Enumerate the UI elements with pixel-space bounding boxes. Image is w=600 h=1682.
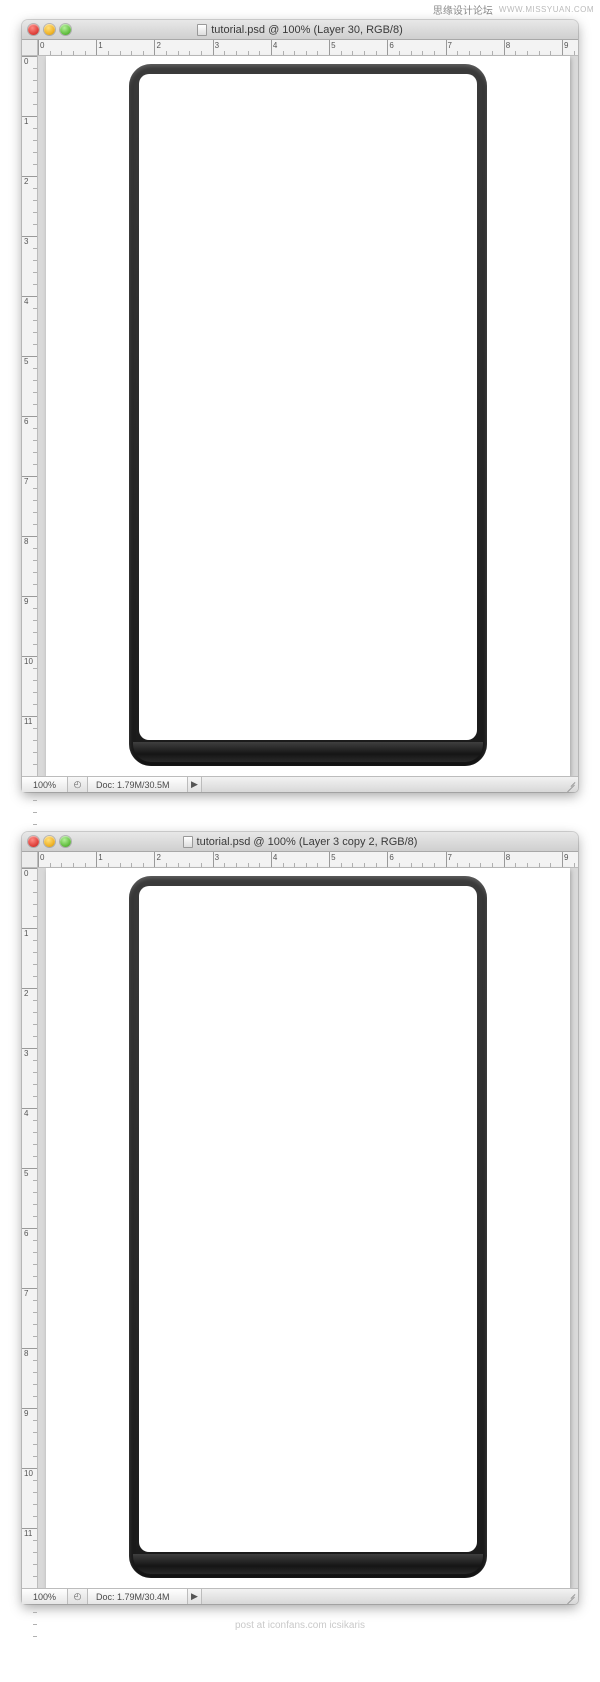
ruler-tick-label: 11 xyxy=(24,717,32,726)
ruler-tick-label: 6 xyxy=(389,41,393,50)
document-proxy-icon[interactable] xyxy=(197,24,207,36)
artwork-phone-chin xyxy=(133,1554,483,1574)
status-bar: 100% ◴ Doc: 1.79M/30.4M ▶ xyxy=(22,1588,578,1604)
ruler-tick-label: 10 xyxy=(24,1469,33,1478)
titlebar[interactable]: tutorial.psd @ 100% (Layer 3 copy 2, RGB… xyxy=(22,832,578,852)
ruler-tick-label: 9 xyxy=(564,853,568,862)
page-header: 思缘设计论坛 WWW.MISSYUAN.COM xyxy=(0,0,600,18)
ruler-tick-label: 0 xyxy=(24,57,28,66)
ruler-tick-label: 4 xyxy=(273,853,277,862)
ruler-tick-label: 5 xyxy=(331,853,335,862)
ruler-tick-label: 6 xyxy=(389,853,393,862)
resize-grip-icon[interactable] xyxy=(562,1589,578,1605)
canvas-page xyxy=(46,868,570,1588)
ruler-tick-label: 5 xyxy=(24,357,28,366)
canvas-viewport[interactable] xyxy=(38,56,578,776)
ruler-tick-label: 1 xyxy=(98,41,102,50)
window-controls xyxy=(28,24,71,35)
document-area: 0123456789101112 xyxy=(22,56,578,776)
footer-credit: post at iconfans.com icsikaris xyxy=(0,1614,600,1639)
ruler-tick-label: 5 xyxy=(24,1169,28,1178)
ruler-tick-label: 7 xyxy=(448,853,452,862)
status-preview-icon[interactable]: ◴ xyxy=(68,777,88,792)
ruler-tick-label: 0 xyxy=(40,853,44,862)
artwork-phone-screen xyxy=(139,886,477,1552)
ruler-tick-label: 0 xyxy=(24,869,28,878)
info-menu-arrow-icon[interactable]: ▶ xyxy=(188,777,202,792)
zoom-icon[interactable] xyxy=(60,836,71,847)
ruler-tick-label: 8 xyxy=(506,853,510,862)
ruler-tick-label: 9 xyxy=(24,597,28,606)
minimize-icon[interactable] xyxy=(44,836,55,847)
ruler-tick-label: 7 xyxy=(24,1289,28,1298)
document-area: 0123456789101112 xyxy=(22,868,578,1588)
ruler-tick-label: 7 xyxy=(448,41,452,50)
ruler-tick-label: 4 xyxy=(24,1109,28,1118)
zoom-icon[interactable] xyxy=(60,24,71,35)
ruler-tick-label: 1 xyxy=(24,929,28,938)
ruler-horizontal[interactable]: 0 1 2 3 4 5 6 7 8 9 xyxy=(22,40,578,56)
doc-size-info[interactable]: Doc: 1.79M/30.5M xyxy=(88,777,188,792)
canvas-page xyxy=(46,56,570,776)
ruler-tick-label: 9 xyxy=(24,1409,28,1418)
zoom-level[interactable]: 100% xyxy=(22,1589,68,1604)
ruler-horizontal[interactable]: 0 1 2 3 4 5 6 7 8 9 xyxy=(22,852,578,868)
document-window: tutorial.psd @ 100% (Layer 30, RGB/8) 0 1… xyxy=(22,20,578,792)
artwork-phone-frame xyxy=(129,876,487,1578)
minimize-icon[interactable] xyxy=(44,24,55,35)
ruler-tick-label: 1 xyxy=(98,853,102,862)
close-icon[interactable] xyxy=(28,24,39,35)
status-bar: 100% ◴ Doc: 1.79M/30.5M ▶ xyxy=(22,776,578,792)
ruler-tick-label: 4 xyxy=(273,41,277,50)
window-title: tutorial.psd @ 100% (Layer 30, RGB/8) xyxy=(211,24,403,36)
canvas-viewport[interactable] xyxy=(38,868,578,1588)
window-title-wrap: tutorial.psd @ 100% (Layer 30, RGB/8) xyxy=(22,24,578,36)
ruler-tick-label: 0 xyxy=(40,41,44,50)
document-proxy-icon[interactable] xyxy=(183,836,193,848)
ruler-tick-label: 10 xyxy=(24,657,33,666)
ruler-h-scale: 0 1 2 3 4 5 6 7 8 9 xyxy=(38,40,578,55)
artwork-phone-frame xyxy=(129,64,487,766)
close-icon[interactable] xyxy=(28,836,39,847)
resize-grip-icon[interactable] xyxy=(562,777,578,793)
ruler-vertical[interactable]: 0123456789101112 xyxy=(22,56,38,776)
ruler-tick-label: 2 xyxy=(24,177,28,186)
ruler-tick-label: 1 xyxy=(24,117,28,126)
info-menu-arrow-icon[interactable]: ▶ xyxy=(188,1589,202,1604)
ruler-tick-label: 11 xyxy=(24,1529,32,1538)
ruler-tick-label: 8 xyxy=(506,41,510,50)
ruler-origin[interactable] xyxy=(22,40,38,56)
ruler-tick-label: 6 xyxy=(24,417,28,426)
window-title: tutorial.psd @ 100% (Layer 3 copy 2, RGB… xyxy=(197,836,418,848)
header-cn-text: 思缘设计论坛 xyxy=(433,2,493,17)
ruler-tick-label: 8 xyxy=(24,1349,28,1358)
ruler-vertical[interactable]: 0123456789101112 xyxy=(22,868,38,1588)
window-stack: tutorial.psd @ 100% (Layer 30, RGB/8) 0 1… xyxy=(0,18,600,1614)
titlebar[interactable]: tutorial.psd @ 100% (Layer 30, RGB/8) xyxy=(22,20,578,40)
ruler-h-scale: 0 1 2 3 4 5 6 7 8 9 xyxy=(38,852,578,867)
ruler-tick-label: 3 xyxy=(215,41,219,50)
window-controls xyxy=(28,836,71,847)
artwork-phone-screen xyxy=(139,74,477,740)
ruler-tick-label: 9 xyxy=(564,41,568,50)
document-window: tutorial.psd @ 100% (Layer 3 copy 2, RGB… xyxy=(22,832,578,1604)
ruler-tick-label: 2 xyxy=(24,989,28,998)
ruler-tick-label: 2 xyxy=(156,41,160,50)
ruler-tick-label: 3 xyxy=(24,1049,28,1058)
doc-size-info[interactable]: Doc: 1.79M/30.4M xyxy=(88,1589,188,1604)
status-preview-icon[interactable]: ◴ xyxy=(68,1589,88,1604)
ruler-tick-label: 3 xyxy=(24,237,28,246)
ruler-origin[interactable] xyxy=(22,852,38,868)
zoom-level[interactable]: 100% xyxy=(22,777,68,792)
artwork-phone-chin xyxy=(133,742,483,762)
ruler-tick-label: 8 xyxy=(24,537,28,546)
ruler-tick-label: 6 xyxy=(24,1229,28,1238)
ruler-tick-label: 7 xyxy=(24,477,28,486)
ruler-tick-label: 4 xyxy=(24,297,28,306)
ruler-tick-label: 5 xyxy=(331,41,335,50)
header-watermark: WWW.MISSYUAN.COM xyxy=(499,5,594,14)
ruler-tick-label: 2 xyxy=(156,853,160,862)
window-title-wrap: tutorial.psd @ 100% (Layer 3 copy 2, RGB… xyxy=(22,836,578,848)
ruler-tick-label: 3 xyxy=(215,853,219,862)
